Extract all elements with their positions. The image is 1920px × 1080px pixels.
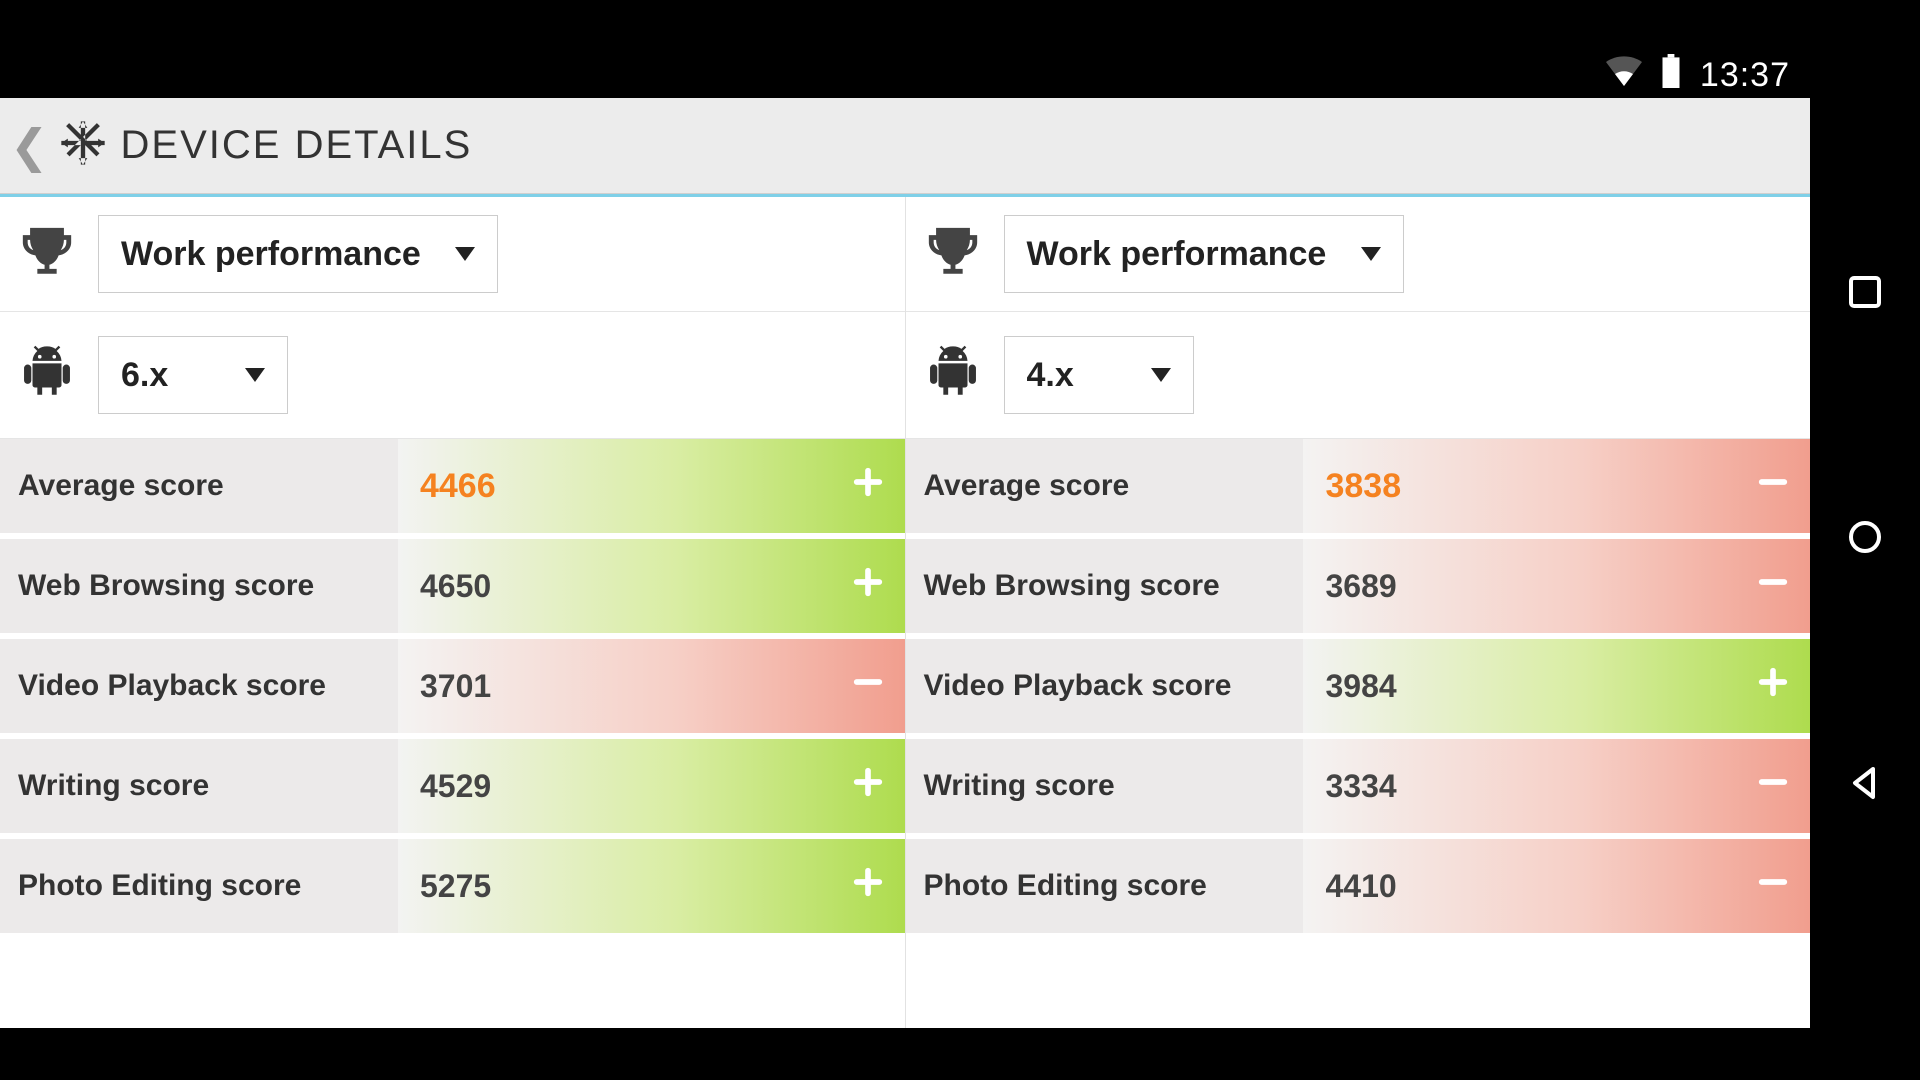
back-icon[interactable]: ❮ <box>10 119 49 173</box>
compare-column-left: Work performance 6.x <box>0 197 906 1028</box>
plus-icon <box>851 865 885 907</box>
plus-icon <box>851 565 885 607</box>
score-number: 3334 <box>1325 768 1396 805</box>
plus-icon <box>851 765 885 807</box>
score-row-photo-left: Photo Editing score 5275 <box>0 839 905 939</box>
device-area: 13:37 ❮ DEVICE DETAILS <box>0 52 1920 1028</box>
performance-selector-row-right: Work performance <box>906 197 1811 312</box>
version-dropdown-label: 4.x <box>1027 356 1074 395</box>
nav-home-button[interactable] <box>1841 513 1889 566</box>
wifi-icon <box>1606 56 1642 95</box>
score-number: 3701 <box>420 668 491 705</box>
device-frame: 13:37 ❮ DEVICE DETAILS <box>0 0 1920 1080</box>
score-label: Photo Editing score <box>906 839 1304 933</box>
score-value: 4529 <box>398 739 905 833</box>
score-number: 4529 <box>420 768 491 805</box>
compare-area: Work performance 6.x <box>0 197 1810 1028</box>
score-row-video-right: Video Playback score 3984 <box>906 639 1811 739</box>
score-value: 3701 <box>398 639 905 733</box>
minus-icon <box>1756 765 1790 807</box>
version-selector-row-right: 4.x <box>906 312 1811 439</box>
version-dropdown-left[interactable]: 6.x <box>98 336 288 414</box>
score-value: 3984 <box>1303 639 1810 733</box>
score-row-writing-right: Writing score 3334 <box>906 739 1811 839</box>
status-time: 13:37 <box>1700 56 1790 95</box>
performance-selector-row-left: Work performance <box>0 197 905 312</box>
compare-column-right: Work performance 4.x <box>906 197 1811 1028</box>
score-row-average-right: Average score 3838 <box>906 439 1811 539</box>
score-value: 4466 <box>398 439 905 533</box>
performance-dropdown-label: Work performance <box>1027 235 1327 274</box>
letterbox-top <box>0 0 1920 52</box>
minus-icon <box>1756 465 1790 507</box>
score-value: 5275 <box>398 839 905 933</box>
score-label: Average score <box>906 439 1304 533</box>
score-number: 4650 <box>420 568 491 605</box>
score-label: Average score <box>0 439 398 533</box>
score-label: Photo Editing score <box>0 839 398 933</box>
score-value: 4650 <box>398 539 905 633</box>
performance-dropdown-left[interactable]: Work performance <box>98 215 498 293</box>
score-label: Writing score <box>0 739 398 833</box>
chevron-down-icon <box>1361 247 1381 261</box>
app-viewport: 13:37 ❮ DEVICE DETAILS <box>0 52 1810 1028</box>
performance-dropdown-right[interactable]: Work performance <box>1004 215 1404 293</box>
status-bar: 13:37 <box>0 52 1810 98</box>
score-value: 3689 <box>1303 539 1810 633</box>
score-label: Video Playback score <box>0 639 398 733</box>
score-row-web-left: Web Browsing score 4650 <box>0 539 905 639</box>
chevron-down-icon <box>455 247 475 261</box>
minus-icon <box>1756 565 1790 607</box>
snowflake-icon <box>57 117 109 174</box>
score-label: Video Playback score <box>906 639 1304 733</box>
score-row-photo-right: Photo Editing score 4410 <box>906 839 1811 939</box>
nav-back-button[interactable] <box>1841 759 1889 812</box>
score-row-average-left: Average score 4466 <box>0 439 905 539</box>
performance-dropdown-label: Work performance <box>121 235 421 274</box>
app-header: ❮ DEVICE DETAILS <box>0 98 1810 194</box>
letterbox-bottom <box>0 1028 1920 1080</box>
score-value: 3838 <box>1303 439 1810 533</box>
version-dropdown-label: 6.x <box>121 356 168 395</box>
score-row-writing-left: Writing score 4529 <box>0 739 905 839</box>
battery-icon <box>1660 54 1682 97</box>
trophy-icon <box>18 223 76 286</box>
score-number: 3984 <box>1325 668 1396 705</box>
score-number: 3838 <box>1325 467 1401 506</box>
minus-icon <box>1756 865 1790 907</box>
score-number: 5275 <box>420 868 491 905</box>
minus-icon <box>851 665 885 707</box>
score-number: 3689 <box>1325 568 1396 605</box>
android-icon <box>924 344 982 407</box>
nav-recents-button[interactable] <box>1841 268 1889 321</box>
version-dropdown-right[interactable]: 4.x <box>1004 336 1194 414</box>
score-label: Web Browsing score <box>906 539 1304 633</box>
score-row-web-right: Web Browsing score 3689 <box>906 539 1811 639</box>
chevron-down-icon <box>1151 368 1171 382</box>
score-value: 4410 <box>1303 839 1810 933</box>
score-label: Web Browsing score <box>0 539 398 633</box>
version-selector-row-left: 6.x <box>0 312 905 439</box>
plus-icon <box>1756 665 1790 707</box>
score-row-video-left: Video Playback score 3701 <box>0 639 905 739</box>
trophy-icon <box>924 223 982 286</box>
page-title: DEVICE DETAILS <box>121 123 473 168</box>
plus-icon <box>851 465 885 507</box>
score-label: Writing score <box>906 739 1304 833</box>
chevron-down-icon <box>245 368 265 382</box>
score-number: 4466 <box>420 467 496 506</box>
score-value: 3334 <box>1303 739 1810 833</box>
hardware-navbar <box>1810 52 1920 1028</box>
score-number: 4410 <box>1325 868 1396 905</box>
android-icon <box>18 344 76 407</box>
